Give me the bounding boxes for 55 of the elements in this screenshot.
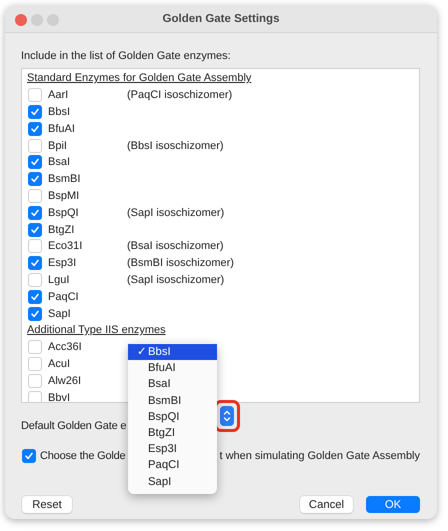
enzyme-name: BpiI bbox=[48, 140, 68, 152]
section-heading: Additional Type IIS enzymes bbox=[27, 322, 167, 338]
menu-item[interactable]: BsaI bbox=[128, 376, 217, 393]
enzyme-name: Acc36I bbox=[48, 341, 83, 354]
enzyme-name: BbvI bbox=[48, 392, 72, 402]
close-button[interactable] bbox=[15, 14, 27, 26]
enzyme-name: BsmBI bbox=[48, 173, 82, 186]
checkbox[interactable] bbox=[28, 155, 42, 170]
enzyme-name: AarI bbox=[48, 89, 70, 102]
checkbox[interactable] bbox=[28, 290, 42, 304]
checkbox[interactable] bbox=[28, 256, 42, 270]
enzyme-name: Eco31I bbox=[48, 240, 84, 252]
enzyme-name: BsaI bbox=[48, 156, 72, 168]
menu-item[interactable]: BtgZI bbox=[128, 424, 217, 442]
checkbox[interactable] bbox=[28, 122, 42, 136]
option-label: Choose the Golde bbox=[40, 450, 126, 462]
menu-item[interactable]: ✓ BbsI bbox=[128, 344, 217, 360]
enzyme-note: (BbsI isoschizomer) bbox=[127, 140, 224, 152]
list-label: Include in the list of Golden Gate enzymes: bbox=[21, 49, 232, 64]
menu-item[interactable]: SapI bbox=[128, 474, 217, 490]
checkbox[interactable] bbox=[28, 172, 42, 186]
checkbox[interactable] bbox=[22, 449, 36, 463]
menu-item[interactable]: BspQI bbox=[128, 408, 217, 425]
enzyme-name: AcuI bbox=[48, 358, 72, 370]
checkbox[interactable] bbox=[28, 222, 42, 237]
dialog-button[interactable]: Reset bbox=[22, 496, 72, 513]
enzyme-note: (BsmBI isoschizomer) bbox=[127, 257, 234, 270]
enzyme-note: (PaqCI isoschizomer) bbox=[127, 89, 232, 102]
stepper-button[interactable] bbox=[220, 406, 234, 426]
option-label: t when simulating Golden Gate Assembly bbox=[219, 450, 420, 462]
checkbox[interactable] bbox=[28, 206, 42, 220]
enzyme-name: SapI bbox=[48, 308, 72, 320]
ok-button[interactable]: OK bbox=[366, 496, 420, 513]
enzyme-name: Alw26I bbox=[48, 374, 82, 387]
dialog-button[interactable]: Cancel bbox=[300, 496, 353, 513]
menu-item[interactable]: BsmBI bbox=[128, 392, 217, 409]
enzyme-name: BbsI bbox=[48, 106, 72, 118]
menu-item[interactable]: Esp3I bbox=[128, 441, 217, 458]
menu-item[interactable]: PaqCI bbox=[128, 457, 217, 474]
checkbox[interactable] bbox=[28, 104, 42, 119]
enzyme-name: BspQI bbox=[48, 206, 80, 219]
enzyme-name: Esp3I bbox=[48, 257, 78, 270]
section-heading: Standard Enzymes for Golden Gate Assembly bbox=[27, 71, 252, 86]
enzyme-name: BtgZI bbox=[48, 224, 76, 236]
enzyme-name: LguI bbox=[48, 274, 70, 286]
menu-item[interactable]: BfuAI bbox=[128, 360, 217, 376]
enzyme-name: BspMI bbox=[48, 190, 80, 202]
enzyme-note: (SapI isoschizomer) bbox=[127, 206, 224, 219]
enzyme-name: PaqCI bbox=[48, 290, 80, 303]
enzyme-note: (BsaI isoschizomer) bbox=[127, 240, 224, 252]
enzyme-note: (SapI isoschizomer) bbox=[127, 274, 224, 286]
checkbox[interactable] bbox=[28, 306, 42, 321]
default-enzyme-label: Default Golden Gate e bbox=[21, 420, 126, 432]
window-title: Golden Gate Settings bbox=[162, 12, 280, 24]
enzyme-name: BfuAI bbox=[48, 122, 76, 135]
